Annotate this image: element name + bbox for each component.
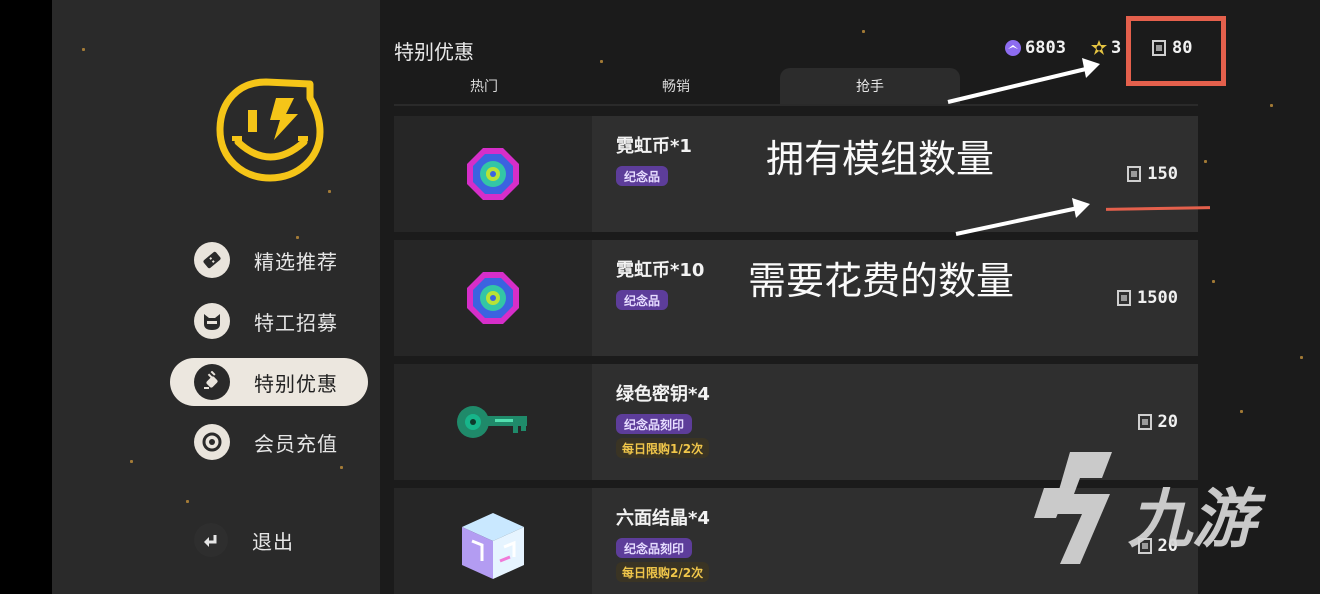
sidebar-item-label: 特别优惠 xyxy=(254,371,338,396)
item-badge: 纪念品 xyxy=(616,290,669,310)
crystal-cube-icon xyxy=(462,513,524,579)
star-dot xyxy=(1270,104,1273,107)
gear-token-value: 3 xyxy=(1111,38,1122,58)
item-thumb xyxy=(394,364,592,480)
exit-arrow-icon xyxy=(194,523,228,557)
neon-coin-icon xyxy=(467,148,519,200)
ticket-icon xyxy=(194,242,230,278)
neon-coin-icon xyxy=(467,272,519,324)
daily-limit: 每日限购2/2次 xyxy=(616,562,710,582)
item-price[interactable]: 1500 xyxy=(1117,288,1178,308)
watermark-text: 九游 xyxy=(1128,483,1256,557)
item-price-value: 20 xyxy=(1157,412,1178,432)
module-icon xyxy=(1127,166,1142,182)
item-price[interactable]: 150 xyxy=(1127,164,1178,184)
star-dot xyxy=(130,460,133,463)
star-dot xyxy=(600,60,603,63)
owned-modules-highlight xyxy=(1126,16,1226,86)
item-thumb xyxy=(394,116,592,232)
module-icon xyxy=(1137,414,1152,430)
star-dot xyxy=(82,48,85,51)
star-dot xyxy=(1300,356,1303,359)
page-title: 特别优惠 xyxy=(394,40,474,64)
star-dot xyxy=(340,466,343,469)
item-name: 霓虹币*1 xyxy=(616,136,692,157)
left-letterbox xyxy=(0,0,52,594)
tab-bestseller[interactable]: 畅销 xyxy=(586,68,766,104)
exit-button[interactable]: 退出 xyxy=(170,516,368,564)
exit-label: 退出 xyxy=(252,529,294,554)
smiley-bolt-logo xyxy=(216,78,324,182)
sidebar-item-agent-recruit[interactable]: 特工招募 xyxy=(170,297,368,345)
coin-target-icon xyxy=(194,424,230,460)
jiuyou-logo-icon xyxy=(1034,452,1112,564)
item-price[interactable]: 20 xyxy=(1137,412,1178,432)
neon-coin-value: 6803 xyxy=(1025,38,1066,58)
tab-popular[interactable]: 抢手 xyxy=(780,68,960,104)
module-icon xyxy=(1117,290,1132,306)
star-dot xyxy=(1204,160,1207,163)
cost-annotation: 需要花费的数量 xyxy=(748,259,1015,303)
star-dot xyxy=(186,500,189,503)
sidebar-item-label: 会员充值 xyxy=(254,431,338,456)
item-price-value: 1500 xyxy=(1137,288,1178,308)
item-name: 绿色密钥*4 xyxy=(616,384,710,405)
sidebar-item-label: 精选推荐 xyxy=(254,249,338,274)
item-thumb xyxy=(394,240,592,356)
owned-modules-annotation: 拥有模组数量 xyxy=(766,137,995,181)
star-dot xyxy=(1212,280,1215,283)
star-dot xyxy=(862,30,865,33)
star-dot xyxy=(328,190,331,193)
neon-coin-icon xyxy=(1005,40,1021,56)
sidebar-item-special-offers[interactable]: 特别优惠 xyxy=(170,358,368,406)
item-name: 六面结晶*4 xyxy=(616,508,710,529)
star-dot xyxy=(1240,410,1243,413)
item-name: 霓虹币*10 xyxy=(616,260,705,281)
sidebar-item-membership-topup[interactable]: 会员充值 xyxy=(170,418,368,466)
daily-limit: 每日限购1/2次 xyxy=(616,438,710,458)
agent-face-icon xyxy=(194,303,230,339)
item-badge: 纪念品刻印 xyxy=(616,414,693,434)
gear-token-icon xyxy=(1091,40,1107,55)
item-thumb xyxy=(394,488,592,594)
item-badge: 纪念品 xyxy=(616,166,669,186)
item-badge: 纪念品刻印 xyxy=(616,538,693,558)
green-key-icon xyxy=(457,406,527,438)
sidebar-item-featured[interactable]: 精选推荐 xyxy=(170,236,368,284)
app-root: 精选推荐 特工招募 特别优惠 会员充值 退出 特别优惠 6803 3 80 热门… xyxy=(0,0,1320,594)
jiuyou-watermark: 九游 xyxy=(1030,448,1310,568)
plug-icon xyxy=(194,364,230,400)
sidebar-item-label: 特工招募 xyxy=(254,310,338,335)
tab-hot[interactable]: 热门 xyxy=(394,68,574,104)
item-price-value: 150 xyxy=(1147,164,1178,184)
